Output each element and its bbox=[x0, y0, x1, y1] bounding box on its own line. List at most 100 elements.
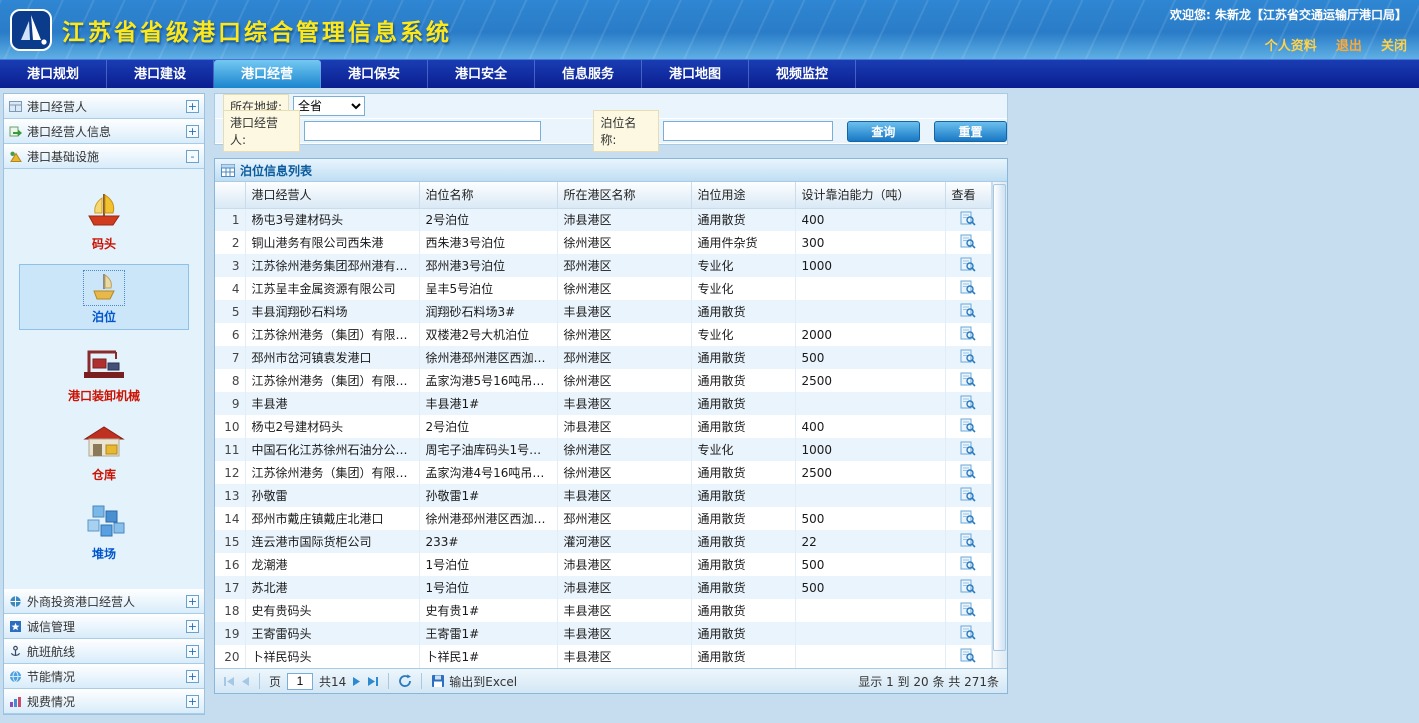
filter-panel: 所在地域: 全省 港口经营人: 泊位名称: 查询 重置 bbox=[214, 93, 1008, 145]
view-icon[interactable] bbox=[960, 579, 976, 594]
view-icon[interactable] bbox=[960, 326, 976, 341]
cell-berth-name: 1号泊位 bbox=[419, 576, 557, 599]
nav-tab[interactable]: 视频监控 bbox=[749, 60, 856, 88]
table-row[interactable]: 15连云港市国际货柜公司233#灌河港区通用散货22 bbox=[215, 530, 991, 553]
view-icon[interactable] bbox=[960, 441, 976, 456]
table-row[interactable]: 13孙敬雷孙敬雷1#丰县港区通用散货 bbox=[215, 484, 991, 507]
refresh-button[interactable] bbox=[398, 674, 412, 688]
nav-tab[interactable]: 港口规划 bbox=[0, 60, 107, 88]
expand-toggle[interactable]: + bbox=[186, 645, 199, 658]
table-row[interactable]: 7邳州市岔河镇袁发港口徐州港邳州港区西泇河...邳州港区通用散货500 bbox=[215, 346, 991, 369]
reset-button[interactable]: 重置 bbox=[934, 121, 1007, 142]
export-excel-button[interactable]: 输出到Excel bbox=[431, 673, 517, 690]
table-row[interactable]: 3江苏徐州港务集团邳州港有限公司邳州港3号泊位邳州港区专业化1000 bbox=[215, 254, 991, 277]
view-icon[interactable] bbox=[960, 280, 976, 295]
logout-link[interactable]: 退出 bbox=[1336, 39, 1362, 54]
facility-item[interactable]: 泊位 bbox=[19, 264, 189, 330]
view-icon[interactable] bbox=[960, 556, 976, 571]
facility-item[interactable]: 港口装卸机械 bbox=[19, 337, 189, 409]
nav-tab[interactable]: 港口建设 bbox=[107, 60, 214, 88]
view-icon[interactable] bbox=[960, 487, 976, 502]
close-link[interactable]: 关闭 bbox=[1381, 39, 1407, 54]
nav-tab[interactable]: 信息服务 bbox=[535, 60, 642, 88]
cell-capacity: 400 bbox=[795, 415, 945, 438]
sidebar-item[interactable]: 诚信管理+ bbox=[4, 614, 204, 639]
table-row[interactable]: 20卜祥民码头卜祥民1#丰县港区通用散货 bbox=[215, 645, 991, 668]
expand-toggle[interactable]: - bbox=[186, 150, 199, 163]
prev-page-button[interactable] bbox=[241, 676, 250, 687]
cell-berth-name: 丰县港1# bbox=[419, 392, 557, 415]
view-icon[interactable] bbox=[960, 234, 976, 249]
cell-capacity: 1000 bbox=[795, 254, 945, 277]
main-panel: 所在地域: 全省 港口经营人: 泊位名称: 查询 重置 bbox=[214, 93, 1008, 723]
profile-link[interactable]: 个人资料 bbox=[1265, 39, 1317, 54]
table-row[interactable]: 8江苏徐州港务（集团）有限公司孟家沟港5号16吨吊泊位徐州港区通用散货2500 bbox=[215, 369, 991, 392]
expand-toggle[interactable]: + bbox=[186, 125, 199, 138]
page-number-input[interactable] bbox=[287, 673, 313, 690]
table-row[interactable]: 9丰县港丰县港1#丰县港区通用散货 bbox=[215, 392, 991, 415]
next-page-button[interactable] bbox=[352, 676, 361, 687]
view-icon[interactable] bbox=[960, 533, 976, 548]
expand-toggle[interactable]: + bbox=[186, 670, 199, 683]
view-cell bbox=[945, 231, 991, 254]
nav-tab[interactable]: 港口地图 bbox=[642, 60, 749, 88]
last-page-button[interactable] bbox=[367, 676, 379, 687]
table-row[interactable]: 5丰县润翔砂石料场润翔砂石料场3#丰县港区通用散货 bbox=[215, 300, 991, 323]
sidebar-item[interactable]: 港口经营人+ bbox=[4, 94, 204, 119]
nav-tab[interactable]: 港口经营 bbox=[214, 60, 321, 88]
sidebar-item[interactable]: 航班航线+ bbox=[4, 639, 204, 664]
table-row[interactable]: 6江苏徐州港务（集团）有限公司双楼港2号大机泊位徐州港区专业化2000 bbox=[215, 323, 991, 346]
view-icon[interactable] bbox=[960, 372, 976, 387]
view-icon[interactable] bbox=[960, 349, 976, 364]
table-row[interactable]: 14邳州市戴庄镇戴庄北港口徐州港邳州港区西泇河...邳州港区通用散货500 bbox=[215, 507, 991, 530]
table-row[interactable]: 1杨屯3号建材码头2号泊位沛县港区通用散货400 bbox=[215, 208, 991, 231]
view-icon[interactable] bbox=[960, 510, 976, 525]
table-row[interactable]: 4江苏呈丰金属资源有限公司呈丰5号泊位徐州港区专业化 bbox=[215, 277, 991, 300]
view-icon[interactable] bbox=[960, 211, 976, 226]
table-row[interactable]: 11中国石化江苏徐州石油分公司周...周宅子油库码头1号泊位徐州港区专业化100… bbox=[215, 438, 991, 461]
nav-tabs: 港口规划港口建设港口经营港口保安港口安全信息服务港口地图视频监控 bbox=[0, 59, 1419, 88]
table-row[interactable]: 12江苏徐州港务（集团）有限公司孟家沟港4号16吨吊泊位徐州港区通用散货2500 bbox=[215, 461, 991, 484]
table-row[interactable]: 17苏北港1号泊位沛县港区通用散货500 bbox=[215, 576, 991, 599]
query-button[interactable]: 查询 bbox=[847, 121, 920, 142]
page-label: 页 bbox=[269, 673, 281, 690]
table-scrollbar[interactable] bbox=[992, 182, 1008, 668]
row-number: 13 bbox=[215, 484, 245, 507]
cell-district: 徐州港区 bbox=[557, 369, 691, 392]
view-icon[interactable] bbox=[960, 257, 976, 272]
nav-tab[interactable]: 港口保安 bbox=[321, 60, 428, 88]
table-row[interactable]: 16龙潮港1号泊位沛县港区通用散货500 bbox=[215, 553, 991, 576]
sidebar-item[interactable]: 规费情况+ bbox=[4, 689, 204, 714]
operator-input[interactable] bbox=[304, 121, 541, 141]
view-icon[interactable] bbox=[960, 648, 976, 663]
sidebar-item[interactable]: 节能情况+ bbox=[4, 664, 204, 689]
first-page-button[interactable] bbox=[223, 676, 235, 687]
view-icon[interactable] bbox=[960, 625, 976, 640]
expand-toggle[interactable]: + bbox=[186, 100, 199, 113]
facility-item[interactable]: 仓库 bbox=[19, 416, 189, 488]
sidebar-item[interactable]: 港口基础设施- bbox=[4, 144, 204, 169]
nav-tab[interactable]: 港口安全 bbox=[428, 60, 535, 88]
view-cell bbox=[945, 300, 991, 323]
view-icon[interactable] bbox=[960, 464, 976, 479]
table-row[interactable]: 19王寄雷码头王寄雷1#丰县港区通用散货 bbox=[215, 622, 991, 645]
expand-toggle[interactable]: + bbox=[186, 695, 199, 708]
table-row[interactable]: 10杨屯2号建材码头2号泊位沛县港区通用散货400 bbox=[215, 415, 991, 438]
scrollbar-thumb[interactable] bbox=[993, 184, 1006, 651]
view-icon[interactable] bbox=[960, 418, 976, 433]
sidebar-item[interactable]: 外商投资港口经营人+ bbox=[4, 589, 204, 614]
expand-toggle[interactable]: + bbox=[186, 595, 199, 608]
sidebar-item[interactable]: 港口经营人信息+ bbox=[4, 119, 204, 144]
facility-item[interactable]: 堆场 bbox=[19, 495, 189, 567]
table-row[interactable]: 2铜山港务有限公司西朱港西朱港3号泊位徐州港区通用件杂货300 bbox=[215, 231, 991, 254]
cell-usage: 通用散货 bbox=[691, 553, 795, 576]
berth-name-input[interactable] bbox=[663, 121, 833, 141]
cell-district: 徐州港区 bbox=[557, 438, 691, 461]
view-icon[interactable] bbox=[960, 395, 976, 410]
view-icon[interactable] bbox=[960, 303, 976, 318]
view-icon[interactable] bbox=[960, 602, 976, 617]
table-row[interactable]: 18史有贵码头史有贵1#丰县港区通用散货 bbox=[215, 599, 991, 622]
expand-toggle[interactable]: + bbox=[186, 620, 199, 633]
facility-item[interactable]: 码头 bbox=[19, 185, 189, 257]
region-select[interactable]: 全省 bbox=[293, 96, 365, 116]
